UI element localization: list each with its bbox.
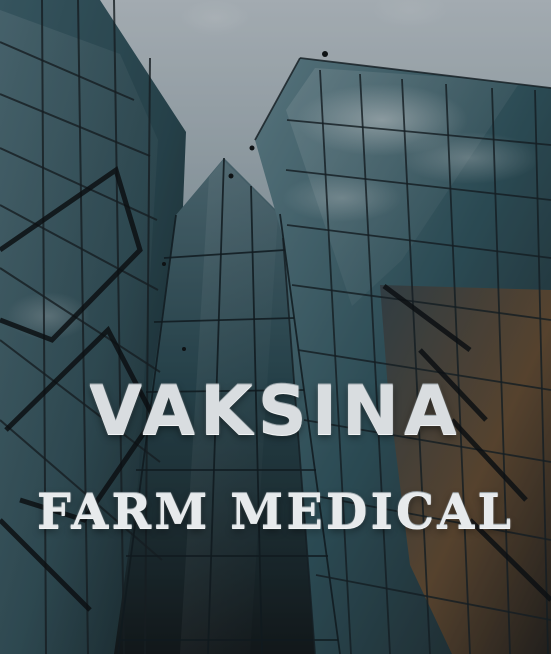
brand-title: VAKSINA <box>89 372 462 451</box>
hero-section: VAKSINA FARM MEDICAL <box>0 0 551 654</box>
background-image <box>0 0 551 654</box>
reflected-cloud-2 <box>400 132 540 184</box>
brand-subtitle: FARM MEDICAL <box>36 484 515 540</box>
sky-cloud-1 <box>180 0 250 36</box>
